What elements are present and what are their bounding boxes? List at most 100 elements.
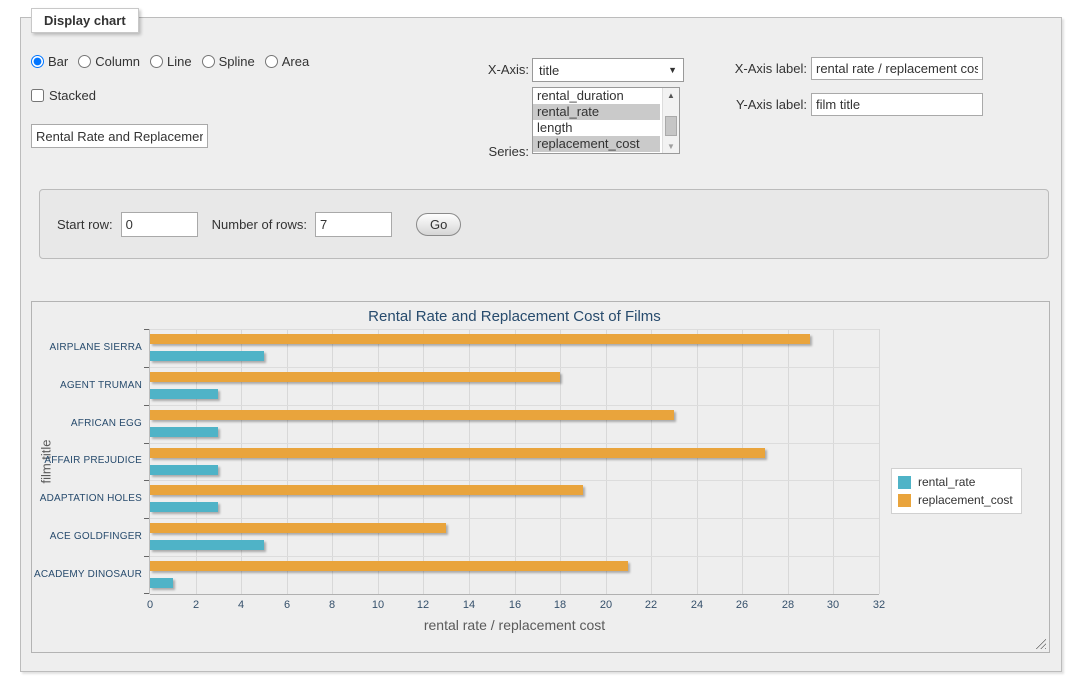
x-axis-label-input[interactable] bbox=[811, 57, 983, 80]
x-tick-label: 28 bbox=[768, 599, 808, 611]
bar-rental_rate bbox=[150, 389, 218, 399]
bar-replacement_cost bbox=[150, 485, 583, 495]
chart-type-label: Spline bbox=[219, 54, 255, 69]
chart-type-radio-area[interactable] bbox=[265, 55, 278, 68]
x-tick-label: 22 bbox=[631, 599, 671, 611]
x-axis-title: rental rate / replacement cost bbox=[150, 617, 879, 633]
series-option-replacement_cost[interactable]: replacement_cost bbox=[533, 136, 660, 152]
x-tick-label: 10 bbox=[358, 599, 398, 611]
chart-type-option-line[interactable]: Line bbox=[150, 54, 192, 69]
chart-legend: rental_ratereplacement_cost bbox=[891, 468, 1022, 514]
bar-rental_rate bbox=[150, 540, 264, 550]
y-axis-line bbox=[149, 329, 150, 594]
chart-type-radio-column[interactable] bbox=[78, 55, 91, 68]
gridline-horizontal bbox=[150, 480, 879, 481]
series-option-length[interactable]: length bbox=[533, 120, 660, 136]
chart-title-input[interactable] bbox=[31, 124, 208, 148]
chart-type-label: Column bbox=[95, 54, 140, 69]
gridline-vertical bbox=[287, 329, 288, 594]
chart-type-radio-group: Bar Column Line Spline Area bbox=[31, 54, 309, 69]
legend-swatch bbox=[898, 476, 911, 489]
chart-type-option-spline[interactable]: Spline bbox=[202, 54, 255, 69]
bar-replacement_cost bbox=[150, 523, 446, 533]
bar-rental_rate bbox=[150, 465, 218, 475]
bar-replacement_cost bbox=[150, 410, 674, 420]
chart-type-radio-line[interactable] bbox=[150, 55, 163, 68]
legend-item-rental_rate[interactable]: rental_rate bbox=[898, 473, 1013, 491]
gridline-vertical bbox=[196, 329, 197, 594]
resize-handle-icon[interactable] bbox=[1034, 637, 1046, 649]
bar-rental_rate bbox=[150, 351, 264, 361]
gridline-vertical bbox=[833, 329, 834, 594]
gridline-horizontal bbox=[150, 329, 879, 330]
x-tick-label: 20 bbox=[586, 599, 626, 611]
x-tick-label: 30 bbox=[813, 599, 853, 611]
bar-rental_rate bbox=[150, 427, 218, 437]
category-tick bbox=[144, 405, 149, 406]
series-select-label: Series: bbox=[461, 144, 529, 159]
y-axis-label-input[interactable] bbox=[811, 93, 983, 116]
gridline-vertical bbox=[469, 329, 470, 594]
series-multiselect[interactable]: ▲ ▼ rental_durationrental_ratelengthrepl… bbox=[532, 87, 680, 154]
number-of-rows-input[interactable] bbox=[315, 212, 392, 237]
gridline-vertical bbox=[606, 329, 607, 594]
x-tick-label: 0 bbox=[130, 599, 170, 611]
category-label: AFRICAN EGG bbox=[32, 418, 142, 429]
series-list-scrollbar[interactable]: ▲ ▼ bbox=[662, 88, 679, 153]
start-row-label: Start row: bbox=[57, 217, 113, 232]
x-tick-label: 18 bbox=[540, 599, 580, 611]
series-option-rental_rate[interactable]: rental_rate bbox=[533, 104, 660, 120]
chart-type-radio-spline[interactable] bbox=[202, 55, 215, 68]
gridline-horizontal bbox=[150, 556, 879, 557]
gridline-vertical bbox=[788, 329, 789, 594]
x-tick-label: 26 bbox=[722, 599, 762, 611]
scroll-up-icon[interactable]: ▲ bbox=[663, 88, 679, 102]
chart-type-radio-bar[interactable] bbox=[31, 55, 44, 68]
gridline-vertical bbox=[742, 329, 743, 594]
bar-rental_rate bbox=[150, 502, 218, 512]
scroll-down-icon[interactable]: ▼ bbox=[663, 139, 679, 153]
gridline-horizontal bbox=[150, 367, 879, 368]
gridline-vertical bbox=[651, 329, 652, 594]
chart-type-option-column[interactable]: Column bbox=[78, 54, 140, 69]
number-of-rows-label: Number of rows: bbox=[212, 217, 307, 232]
x-tick-label: 16 bbox=[495, 599, 535, 611]
chart-plot-area bbox=[150, 329, 879, 594]
category-tick bbox=[144, 443, 149, 444]
x-axis-line bbox=[150, 594, 879, 595]
category-tick bbox=[144, 556, 149, 557]
category-label: AIRPLANE SIERRA bbox=[32, 342, 142, 353]
category-label: ACADEMY DINOSAUR bbox=[32, 569, 142, 580]
chart-type-option-area[interactable]: Area bbox=[265, 54, 309, 69]
gridline-vertical bbox=[332, 329, 333, 594]
category-label: AGENT TRUMAN bbox=[32, 380, 142, 391]
gridline-vertical bbox=[879, 329, 880, 594]
bar-replacement_cost bbox=[150, 561, 628, 571]
gridline-horizontal bbox=[150, 518, 879, 519]
chart-type-option-bar[interactable]: Bar bbox=[31, 54, 68, 69]
go-button[interactable]: Go bbox=[416, 213, 461, 236]
gridline-horizontal bbox=[150, 405, 879, 406]
x-tick-label: 2 bbox=[176, 599, 216, 611]
bar-replacement_cost bbox=[150, 372, 560, 382]
category-label: AFFAIR PREJUDICE bbox=[32, 455, 142, 466]
scrollbar-thumb[interactable] bbox=[665, 116, 677, 136]
x-tick-label: 8 bbox=[312, 599, 352, 611]
x-tick-label: 6 bbox=[267, 599, 307, 611]
gridline-horizontal bbox=[150, 443, 879, 444]
start-row-input[interactable] bbox=[121, 212, 198, 237]
series-option-rental_duration[interactable]: rental_duration bbox=[533, 88, 660, 104]
y-axis-label-label: Y-Axis label: bbox=[711, 97, 807, 112]
legend-item-replacement_cost[interactable]: replacement_cost bbox=[898, 491, 1013, 509]
x-axis-label-label: X-Axis label: bbox=[711, 61, 807, 76]
x-tick-label: 14 bbox=[449, 599, 489, 611]
category-label: ACE GOLDFINGER bbox=[32, 531, 142, 542]
chart-title: Rental Rate and Replacement Cost of Film… bbox=[150, 308, 879, 325]
bar-replacement_cost bbox=[150, 334, 810, 344]
chart-container: Rental Rate and Replacement Cost of Film… bbox=[31, 301, 1050, 653]
chart-type-label: Bar bbox=[48, 54, 68, 69]
x-axis-select-label: X-Axis: bbox=[461, 62, 529, 77]
x-axis-select[interactable]: title ▼ bbox=[532, 58, 684, 82]
row-range-panel: Start row: Number of rows: Go bbox=[39, 189, 1049, 259]
stacked-checkbox[interactable] bbox=[31, 89, 44, 102]
